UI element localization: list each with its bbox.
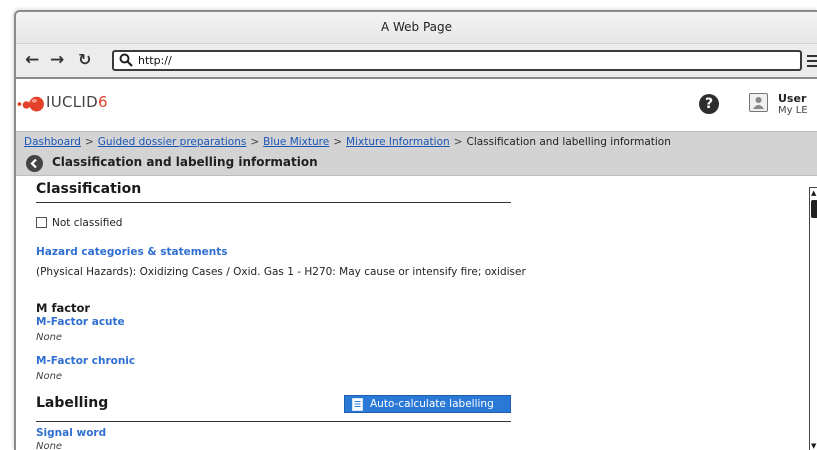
- iuclid-logo-icon: [17, 96, 44, 112]
- breadcrumb-guided-dossier[interactable]: Guided dossier preparations: [98, 136, 247, 148]
- app-header: IUCLID6 ? User My LE: [16, 79, 817, 131]
- breadcrumb-separator: >: [333, 136, 343, 148]
- breadcrumb-current: Classification and labelling information: [466, 136, 671, 148]
- breadcrumb-separator: >: [453, 136, 463, 148]
- scroll-down-icon[interactable]: ▼: [811, 442, 816, 450]
- url-input[interactable]: http://: [112, 50, 802, 71]
- url-text: http://: [138, 54, 172, 67]
- logo-version: 6: [98, 93, 108, 111]
- hazard-statement-text: (Physical Hazards): Oxidizing Cases / Ox…: [36, 266, 526, 278]
- breadcrumb-mixture-information[interactable]: Mixture Information: [346, 136, 450, 148]
- breadcrumb-separator: >: [250, 136, 260, 148]
- breadcrumb-dashboard[interactable]: Dashboard: [24, 136, 81, 148]
- forward-arrow-icon[interactable]: →: [50, 51, 64, 69]
- help-icon[interactable]: ?: [699, 94, 719, 114]
- not-classified-label: Not classified: [52, 217, 123, 229]
- search-icon: [119, 53, 133, 67]
- auto-calculate-labelling-button[interactable]: Auto-calculate labelling: [344, 395, 511, 413]
- classification-heading: Classification: [36, 181, 142, 197]
- browser-window: A Web Page ← → ↻ http:// IUCLID6 ? User …: [14, 10, 817, 450]
- not-classified-row[interactable]: Not classified: [36, 217, 122, 229]
- m-factor-chronic-value: None: [36, 371, 63, 382]
- breadcrumb-separator: >: [84, 136, 94, 148]
- page-title: Classification and labelling information: [52, 155, 318, 169]
- not-classified-checkbox[interactable]: [36, 217, 47, 228]
- signal-word-label: Signal word: [36, 427, 107, 439]
- back-arrow-icon[interactable]: ←: [25, 51, 39, 69]
- breadcrumb-bar: Dashboard > Guided dossier preparations > Bl…: [16, 131, 817, 176]
- scroll-up-icon[interactable]: ▲: [811, 189, 816, 197]
- m-factor-acute-label: M-Factor acute: [36, 316, 125, 328]
- reload-icon[interactable]: ↻: [78, 51, 91, 69]
- m-factor-acute-value: None: [36, 332, 63, 343]
- section-divider: [36, 421, 511, 422]
- scrollbar-thumb[interactable]: [811, 200, 817, 218]
- section-divider: [36, 202, 511, 203]
- user-name[interactable]: User: [778, 92, 806, 105]
- breadcrumb-blue-mixture[interactable]: Blue Mixture: [263, 136, 329, 148]
- vertical-scrollbar[interactable]: ▲ ▼: [809, 187, 817, 450]
- user-avatar-icon[interactable]: [749, 93, 768, 112]
- auto-calculate-label: Auto-calculate labelling: [370, 398, 494, 410]
- main-content: Classification Not classified Hazard cat…: [16, 179, 817, 450]
- breadcrumb: Dashboard > Guided dossier preparations > Bl…: [24, 136, 671, 148]
- logo-name: IUCLID: [46, 93, 99, 111]
- hamburger-menu-icon[interactable]: [807, 55, 817, 70]
- document-icon: [352, 398, 363, 411]
- back-circle-icon[interactable]: [26, 155, 43, 172]
- app-logo-text: IUCLID6: [46, 93, 108, 111]
- m-factor-heading: M factor: [36, 301, 91, 315]
- hazard-categories-label: Hazard categories & statements: [36, 246, 228, 258]
- user-legal-entity: My LE: [778, 105, 808, 116]
- labelling-heading: Labelling: [36, 395, 109, 411]
- signal-word-value: None: [36, 441, 63, 450]
- m-factor-chronic-label: M-Factor chronic: [36, 355, 136, 367]
- window-title: A Web Page: [16, 12, 817, 44]
- browser-toolbar: ← → ↻ http://: [16, 44, 817, 79]
